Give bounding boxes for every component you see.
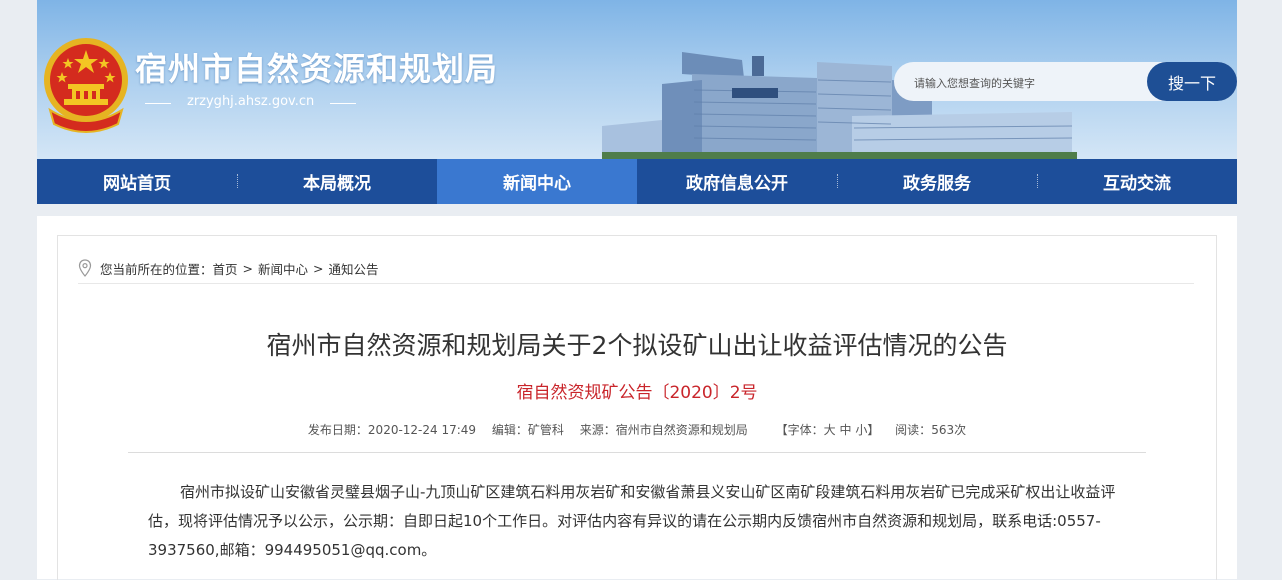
breadcrumb-separator: >	[313, 260, 324, 276]
article-body: 宿州市拟设矿山安徽省灵璧县烟子山-九顶山矿区建筑石料用灰岩矿和安徽省萧县义安山矿…	[148, 478, 1138, 565]
editor-label: 编辑：	[491, 423, 528, 437]
views-label: 阅读：	[895, 423, 932, 437]
breadcrumb: 您当前所在的位置： 首页 > 新闻中心 > 通知公告	[78, 253, 1194, 284]
site-header: 宿州市自然资源和规划局 zrzyghj.ahsz.gov.cn 请输入您想查询的…	[37, 0, 1237, 159]
breadcrumb-prefix: 您当前所在的位置：	[100, 261, 213, 277]
font-size-large-button[interactable]: 大	[824, 423, 836, 437]
article-paragraph: 宿州市拟设矿山安徽省灵璧县烟子山-九顶山矿区建筑石料用灰岩矿和安徽省萧县义安山矿…	[148, 483, 1116, 559]
site-title[interactable]: 宿州市自然资源和规划局	[135, 44, 498, 90]
breadcrumb-notices[interactable]: 通知公告	[329, 259, 379, 278]
nav-item-news[interactable]: 新闻中心	[437, 159, 637, 204]
nav-item-label: 本局概况	[303, 174, 371, 194]
editor: 矿管科	[527, 423, 564, 437]
nav-item-label: 新闻中心	[503, 174, 571, 194]
nav-item-gov-info[interactable]: 政府信息公开	[637, 159, 838, 204]
article-title: 宿州市自然资源和规划局关于2个拟设矿山出让收益评估情况的公告	[266, 331, 1008, 360]
search-box: 搜一下	[894, 62, 1237, 101]
publish-date-label: 发布日期：	[307, 423, 368, 437]
breadcrumb-home[interactable]: 首页	[213, 259, 238, 278]
font-size-label: 【字体：	[775, 423, 824, 437]
search-button[interactable]: 搜一下	[1147, 62, 1237, 101]
view-count: 563次	[931, 423, 967, 437]
nav-item-label: 互动交流	[1103, 174, 1171, 194]
page-wrapper: 宿州市自然资源和规划局 zrzyghj.ahsz.gov.cn 请输入您想查询的…	[37, 0, 1237, 580]
publish-date: 2020-12-24 17:49	[367, 423, 477, 437]
location-pin-icon	[78, 259, 92, 277]
nav-item-about[interactable]: 本局概况	[237, 159, 437, 204]
content-panel: 您当前所在的位置： 首页 > 新闻中心 > 通知公告 宿州市自然资源和规划局关于…	[37, 216, 1237, 580]
breadcrumb-news[interactable]: 新闻中心	[258, 259, 308, 278]
source-label: 来源：	[579, 423, 616, 437]
article-meta: 发布日期：2020-12-24 17:49 编辑：矿管科 来源：宿州市自然资源和…	[58, 421, 1216, 438]
font-size-label-close: 】	[867, 423, 880, 437]
site-domain: zrzyghj.ahsz.gov.cn	[144, 94, 357, 109]
font-size-medium-button[interactable]: 中	[839, 423, 851, 437]
source: 宿州市自然资源和规划局	[615, 423, 748, 437]
nav-item-interaction[interactable]: 互动交流	[1037, 159, 1237, 204]
nav-item-home[interactable]: 网站首页	[37, 159, 238, 204]
search-input[interactable]	[912, 72, 1136, 94]
article-container: 您当前所在的位置： 首页 > 新闻中心 > 通知公告 宿州市自然资源和规划局关于…	[57, 235, 1217, 580]
divider	[128, 452, 1146, 453]
nav-item-label: 政务服务	[903, 174, 971, 194]
document-number: 宿自然资规矿公告〔2020〕2号	[516, 383, 758, 403]
nav-item-services[interactable]: 政务服务	[837, 159, 1038, 204]
nav-item-label: 网站首页	[103, 174, 171, 194]
national-emblem-icon	[44, 38, 128, 133]
breadcrumb-separator: >	[242, 260, 254, 276]
nav-item-label: 政府信息公开	[686, 174, 788, 194]
main-nav: 网站首页 本局概况 新闻中心 政府信息公开 政务服务 互动交流	[37, 159, 1237, 204]
font-size-small-button[interactable]: 小	[855, 423, 867, 437]
